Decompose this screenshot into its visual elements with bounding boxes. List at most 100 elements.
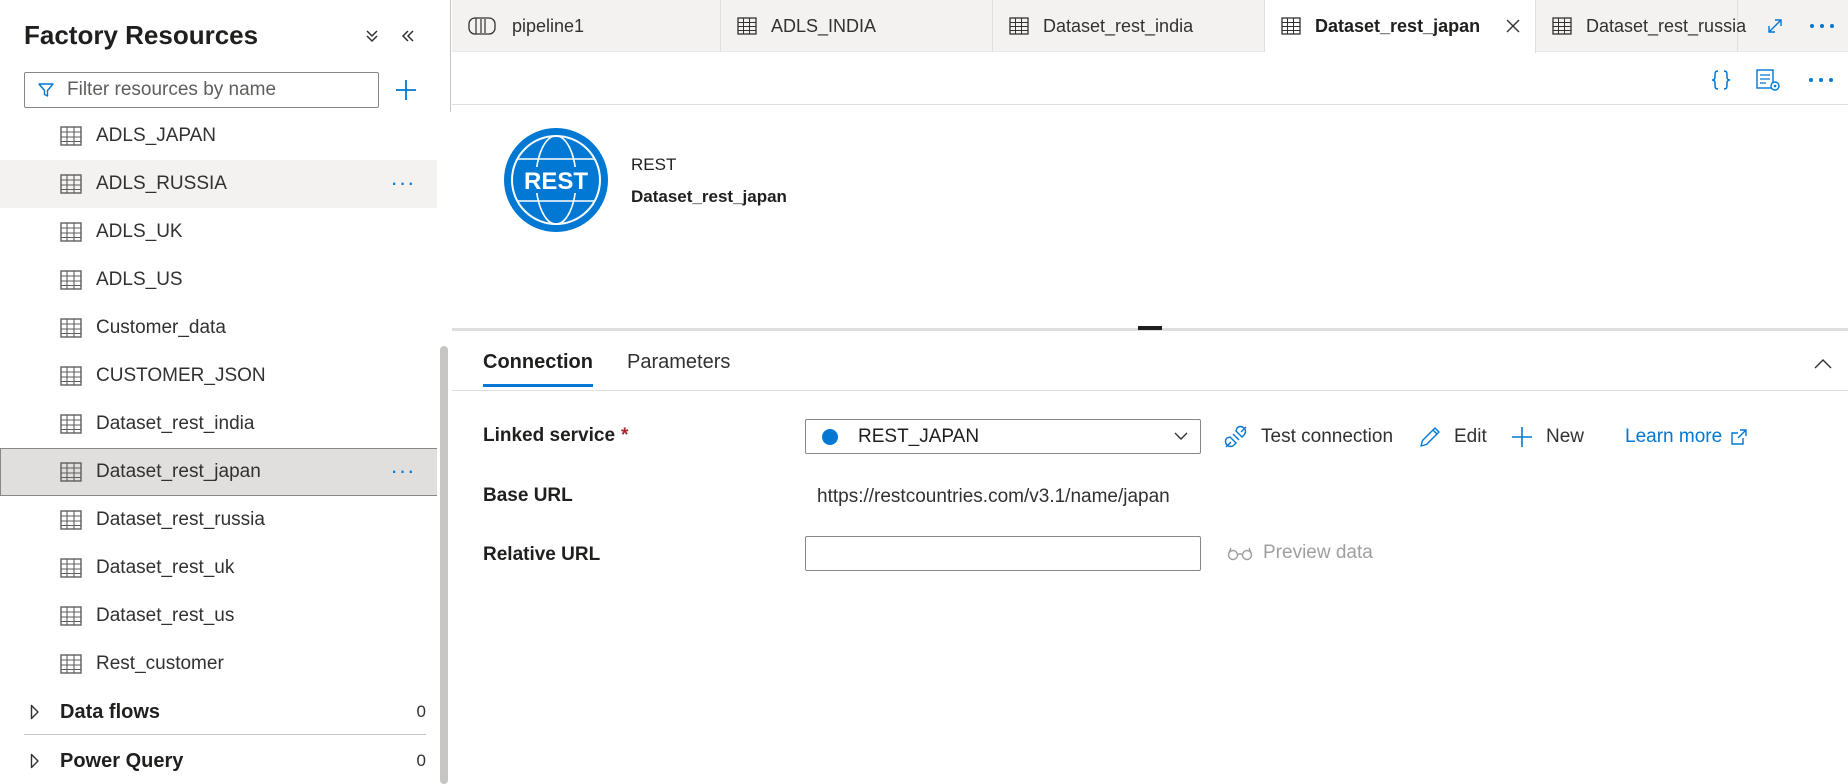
pencil-icon xyxy=(1420,427,1440,447)
group-count: 0 xyxy=(416,702,426,721)
relative-url-label: Relative URL xyxy=(483,544,601,565)
tab-label: Dataset_rest_india xyxy=(1043,15,1194,36)
test-connection-button[interactable]: Test connection xyxy=(1223,420,1393,454)
base-url-label: Base URL xyxy=(483,485,573,506)
tree-item-label: ADLS_JAPAN xyxy=(96,125,217,146)
test-connection-label: Test connection xyxy=(1261,426,1394,447)
tree-item-label: ADLS_RUSSIA xyxy=(96,173,227,194)
chevron-down-icon xyxy=(1174,432,1188,440)
filter-icon xyxy=(38,83,54,97)
chevron-up-icon[interactable] xyxy=(1808,352,1838,376)
tab-label: pipeline1 xyxy=(512,15,585,36)
tree-item-customer-data[interactable]: Customer_data xyxy=(0,304,437,352)
tab-pipeline1[interactable]: pipeline1 xyxy=(452,0,721,52)
more-actions-icon[interactable]: ··· xyxy=(388,458,418,484)
group-count: 0 xyxy=(416,751,426,770)
dataset-table-icon xyxy=(60,414,82,434)
add-resource-button[interactable] xyxy=(390,74,422,106)
dataset-table-icon xyxy=(60,558,82,578)
tab-label: ADLS_INDIA xyxy=(771,15,877,36)
factory-resources-panel: Factory Resources ADLS_JAPAN ADLS_RUSSIA… xyxy=(0,0,451,784)
tab-parameters[interactable]: Parameters xyxy=(627,351,730,384)
tree-item-dataset-rest-india[interactable]: Dataset_rest_india xyxy=(0,400,437,448)
dataset-type: REST xyxy=(631,155,677,174)
panel-title: Factory Resources xyxy=(24,20,259,50)
toolbar-more-icon[interactable] xyxy=(1804,63,1838,97)
splitter-grip[interactable] xyxy=(1138,326,1162,330)
tree-item-label: ADLS_UK xyxy=(96,221,183,242)
required-marker: * xyxy=(621,425,629,446)
plus-icon xyxy=(396,80,416,100)
rest-icon-text: REST xyxy=(524,168,588,195)
sidebar-scroll-thumb[interactable] xyxy=(440,346,448,784)
new-label: New xyxy=(1546,426,1585,447)
group-label: Data flows xyxy=(60,700,161,723)
linked-service-dropdown[interactable]: REST_JAPAN xyxy=(805,419,1201,454)
relative-url-input[interactable] xyxy=(805,536,1201,571)
plug-icon xyxy=(1224,425,1247,448)
expand-icon[interactable] xyxy=(1759,10,1791,42)
group-divider xyxy=(24,734,426,735)
property-tabs: Connection Parameters xyxy=(452,333,1848,391)
expand-caret-icon[interactable] xyxy=(30,704,40,720)
tree-item-label: ADLS_US xyxy=(96,269,183,290)
tree-item-adls-us[interactable]: ADLS_US xyxy=(0,256,437,304)
filter-resources-input[interactable] xyxy=(67,79,357,101)
dataset-table-icon xyxy=(60,366,82,386)
dataset-toolbar xyxy=(452,53,1848,105)
tree-item-adls-russia[interactable]: ADLS_RUSSIA ··· xyxy=(0,160,437,208)
tree-item-customer-json[interactable]: CUSTOMER_JSON xyxy=(0,352,437,400)
filter-resources-field[interactable] xyxy=(24,72,379,108)
dataset-table-icon xyxy=(60,606,82,626)
dataset-table-icon xyxy=(60,222,82,242)
tree-item-label: Dataset_rest_russia xyxy=(96,509,265,530)
tree-item-rest-customer[interactable]: Rest_customer xyxy=(0,640,437,688)
learn-more-link[interactable]: Learn more xyxy=(1625,426,1748,448)
tab-adls-india[interactable]: ADLS_INDIA xyxy=(721,0,993,52)
properties-icon[interactable] xyxy=(1751,63,1785,97)
rest-service-icon xyxy=(822,428,838,445)
tree-item-adls-uk[interactable]: ADLS_UK xyxy=(0,208,437,256)
tree-item-label: CUSTOMER_JSON xyxy=(96,365,266,386)
linked-service-label: Linked service * xyxy=(483,425,629,446)
tab-dataset-rest-japan[interactable]: Dataset_rest_japan xyxy=(1265,0,1536,53)
tab-label: Dataset_rest_russia xyxy=(1586,15,1747,36)
tree-item-adls-japan[interactable]: ADLS_JAPAN xyxy=(0,112,437,160)
external-link-icon xyxy=(1731,429,1747,445)
collapse-all-icon[interactable] xyxy=(358,22,386,50)
tree-item-label: Dataset_rest_japan xyxy=(96,461,261,482)
dataset-table-icon xyxy=(60,318,82,338)
dataset-table-icon xyxy=(60,270,82,290)
more-actions-icon[interactable]: ··· xyxy=(388,170,418,196)
tab-label: Dataset_rest_japan xyxy=(1315,16,1481,36)
tree-item-dataset-rest-russia[interactable]: Dataset_rest_russia xyxy=(0,496,437,544)
tree-item-dataset-rest-japan[interactable]: Dataset_rest_japan ··· xyxy=(0,448,437,496)
linked-service-value: REST_JAPAN xyxy=(858,425,980,447)
group-data-flows[interactable]: Data flows 0 xyxy=(0,688,437,736)
dataset-table-icon xyxy=(60,174,82,194)
tree-item-label: Dataset_rest_india xyxy=(96,413,255,434)
table-icon xyxy=(1009,17,1029,35)
minimize-panel-icon[interactable] xyxy=(394,22,422,50)
tab-more-icon[interactable] xyxy=(1806,10,1838,42)
pipeline-icon xyxy=(468,17,496,35)
code-braces-icon[interactable] xyxy=(1704,63,1738,97)
tab-dataset-rest-russia[interactable]: Dataset_rest_russia xyxy=(1536,0,1746,52)
tree-item-label: Rest_customer xyxy=(96,653,224,674)
edit-button[interactable]: Edit xyxy=(1418,420,1487,454)
preview-data-label: Preview data xyxy=(1263,542,1373,563)
preview-data-button[interactable]: Preview data xyxy=(1227,542,1373,564)
dataset-table-icon xyxy=(60,126,82,146)
expand-caret-icon[interactable] xyxy=(30,753,40,769)
group-label: Power Query xyxy=(60,749,184,772)
group-power-query[interactable]: Power Query 0 xyxy=(0,737,437,784)
tab-dataset-rest-india[interactable]: Dataset_rest_india xyxy=(993,0,1265,52)
editor-tab-bar: pipeline1 ADLS_INDIA Dataset_rest_india … xyxy=(452,0,1848,53)
close-tab-icon[interactable] xyxy=(1501,14,1525,38)
dataset-name: Dataset_rest_japan xyxy=(631,187,787,206)
tree-item-label: Dataset_rest_us xyxy=(96,605,235,626)
tree-item-dataset-rest-us[interactable]: Dataset_rest_us xyxy=(0,592,437,640)
tree-item-dataset-rest-uk[interactable]: Dataset_rest_uk xyxy=(0,544,437,592)
tab-connection[interactable]: Connection xyxy=(483,351,593,387)
new-linked-service-button[interactable]: New xyxy=(1510,420,1584,454)
